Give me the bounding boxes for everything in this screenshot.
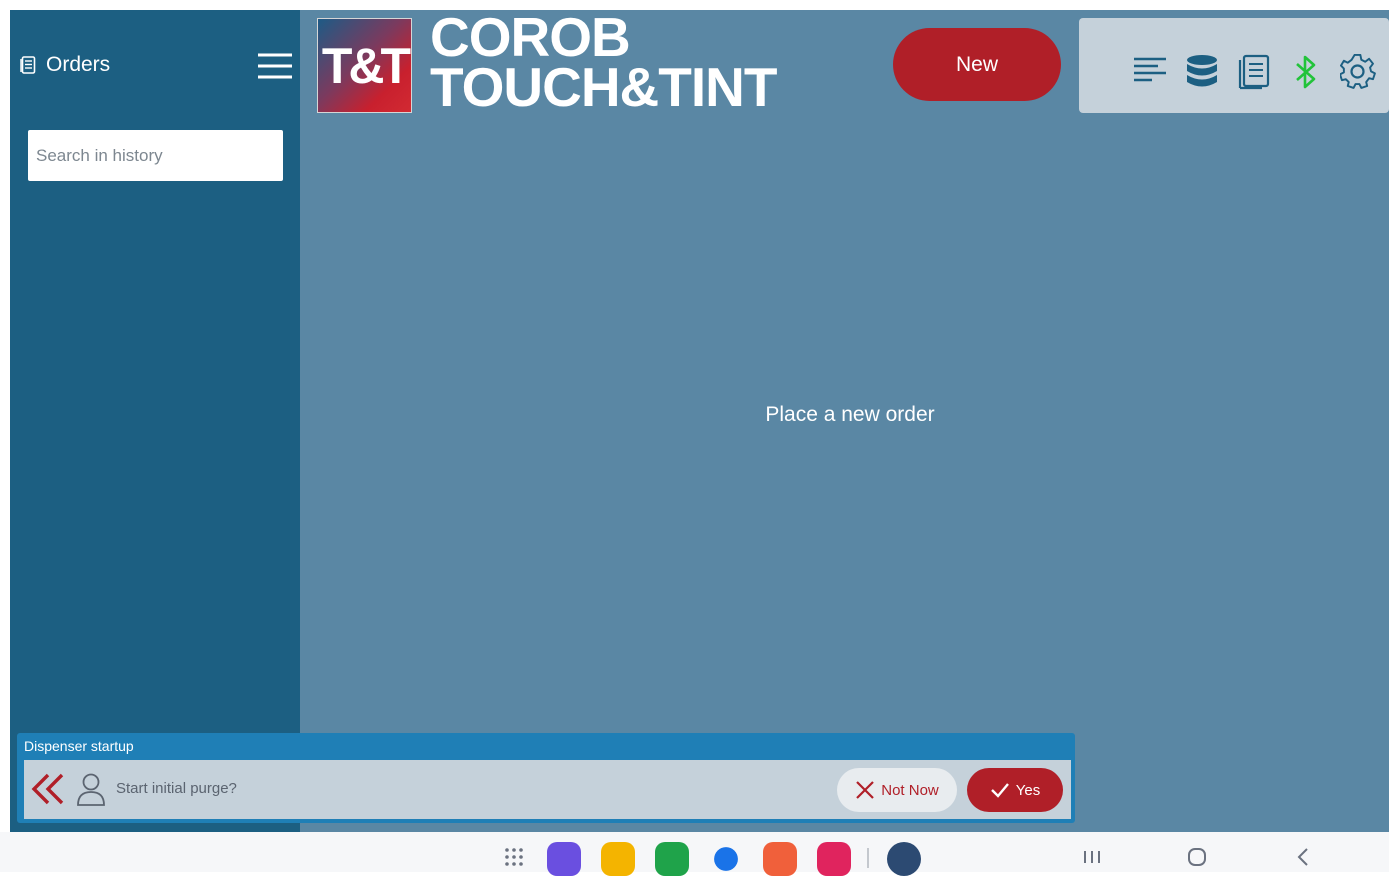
screen-recorder-icon[interactable] bbox=[817, 842, 851, 876]
back-icon[interactable] bbox=[1293, 846, 1315, 868]
orders-document-icon bbox=[20, 56, 36, 74]
contacts-icon[interactable] bbox=[763, 842, 797, 876]
brand-name: COROB TOUCH&TINT bbox=[430, 10, 777, 118]
home-icon[interactable] bbox=[1186, 846, 1208, 868]
tt-logo: T&T bbox=[317, 18, 412, 113]
hamburger-menu-icon[interactable] bbox=[258, 52, 292, 80]
search-history-input[interactable] bbox=[28, 130, 283, 181]
checkmark-icon bbox=[990, 783, 1009, 798]
internet-browser-icon[interactable] bbox=[547, 842, 581, 876]
new-order-button[interactable]: New bbox=[893, 28, 1061, 101]
notification-message: Start initial purge? bbox=[116, 780, 237, 797]
dispenser-startup-notification: Dispenser startup Start initial purge? N… bbox=[17, 733, 1075, 823]
brand-line-1: COROB bbox=[430, 10, 631, 68]
list-icon[interactable] bbox=[1132, 54, 1168, 90]
empty-state-message: Place a new order bbox=[765, 403, 935, 426]
database-icon[interactable] bbox=[1184, 54, 1220, 90]
notification-body: Start initial purge? Not Now Yes bbox=[24, 760, 1071, 819]
bluetooth-icon[interactable] bbox=[1288, 54, 1324, 90]
app-drawer-icon[interactable] bbox=[503, 846, 525, 868]
close-icon bbox=[856, 781, 875, 799]
messages-icon[interactable] bbox=[714, 847, 738, 871]
my-files-icon[interactable] bbox=[601, 842, 635, 876]
recents-icon[interactable] bbox=[1081, 846, 1103, 868]
sidebar-header: Orders bbox=[10, 10, 300, 120]
notification-title: Dispenser startup bbox=[24, 738, 134, 754]
yes-button[interactable]: Yes bbox=[967, 768, 1063, 812]
android-taskbar bbox=[0, 832, 1389, 876]
sidebar-title: Orders bbox=[46, 53, 111, 76]
gear-icon[interactable] bbox=[1340, 54, 1376, 90]
not-now-button[interactable]: Not Now bbox=[837, 768, 957, 812]
toolbar bbox=[1079, 18, 1389, 113]
user-icon bbox=[77, 773, 105, 806]
app-screen: Orders T&T COROB TOUCH&TINT New bbox=[10, 10, 1389, 832]
double-chevron-left-icon[interactable] bbox=[30, 772, 66, 806]
sidebar: Orders bbox=[10, 10, 300, 832]
yes-label: Yes bbox=[1015, 781, 1041, 799]
document-icon[interactable] bbox=[1236, 54, 1272, 90]
settings-icon[interactable] bbox=[887, 842, 921, 876]
brand-line-2: TOUCH&TINT bbox=[430, 56, 777, 118]
taskbar-divider bbox=[867, 848, 869, 868]
logo-text: T&T bbox=[321, 37, 411, 94]
not-now-label: Not Now bbox=[881, 781, 939, 799]
phone-icon[interactable] bbox=[655, 842, 689, 876]
